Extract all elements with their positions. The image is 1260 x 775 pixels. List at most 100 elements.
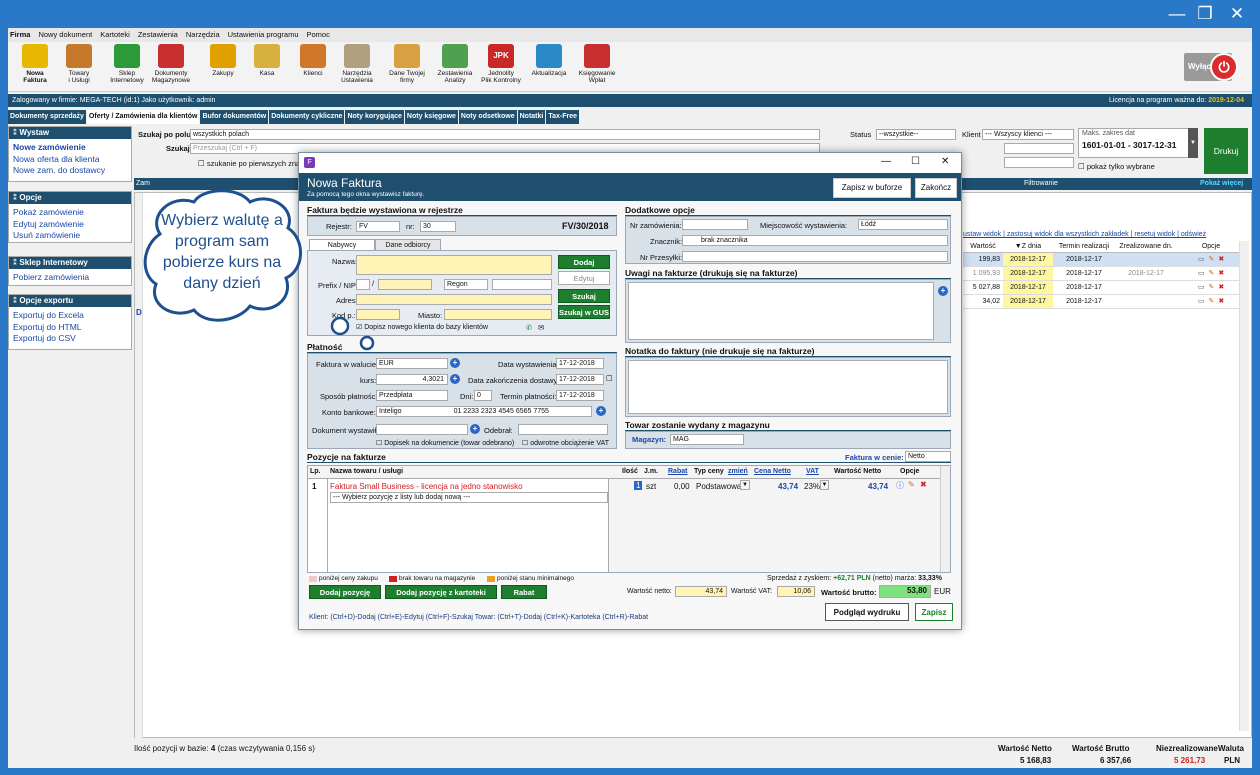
- note-textarea[interactable]: [628, 360, 948, 414]
- client-select[interactable]: --- Wszyscy klienci ---: [982, 129, 1074, 140]
- show-selected-checkbox[interactable]: ☐ pokaż tylko wybrane: [1078, 162, 1155, 171]
- ribbon-button-9[interactable]: Zestawienia Analizy: [432, 44, 478, 84]
- item-qty[interactable]: 1: [634, 481, 643, 490]
- row-delete-icon[interactable]: ✖: [1218, 298, 1224, 305]
- search-field-select[interactable]: wszystkich polach: [190, 129, 820, 140]
- item-price-type[interactable]: Podstawowa: [696, 482, 741, 491]
- price-mode-select[interactable]: Netto: [905, 451, 951, 462]
- print-preview-button[interactable]: Podgląd wydruku: [825, 603, 909, 621]
- grid-header-1[interactable]: ▼Z dnia: [1003, 241, 1053, 253]
- name-input[interactable]: [356, 255, 552, 275]
- row-delete-icon[interactable]: ✖: [1218, 256, 1224, 263]
- edit-order-link[interactable]: Edytuj zamówienie: [9, 219, 131, 231]
- issue-date-input[interactable]: 17-12-2018: [556, 358, 604, 369]
- issuer-select[interactable]: [376, 424, 468, 435]
- regon-input[interactable]: [492, 279, 552, 290]
- marker-select[interactable]: brak znacznika: [682, 235, 948, 246]
- date-range-dropdown-icon[interactable]: ▼: [1188, 128, 1198, 158]
- new-order-link[interactable]: Nowe zamówienie: [9, 142, 131, 154]
- info-icon[interactable]: ⓘ: [896, 480, 904, 491]
- row-view-icon[interactable]: ▭: [1198, 270, 1205, 277]
- due-date-input[interactable]: 17-12-2018: [556, 390, 604, 401]
- finish-button[interactable]: Zakończ: [915, 178, 957, 198]
- save-buffer-button[interactable]: Zapisz w buforze: [833, 178, 911, 198]
- grid-header-0[interactable]: Wartość: [963, 241, 1003, 253]
- delivery-date-input[interactable]: 17-12-2018: [556, 374, 604, 385]
- row-delete-icon[interactable]: ✖: [1218, 270, 1224, 277]
- delete-icon[interactable]: ✖: [920, 480, 927, 489]
- row-edit-icon[interactable]: ✎: [1208, 270, 1214, 277]
- ribbon-button-6[interactable]: Klienci: [290, 44, 336, 77]
- menu-pomoc[interactable]: Pomoc: [307, 28, 330, 42]
- print-button[interactable]: Drukuj: [1204, 128, 1248, 174]
- add-currency-icon[interactable]: +: [450, 358, 460, 368]
- tab-noty-ksiegowe[interactable]: Noty księgowe: [404, 110, 458, 124]
- status-select[interactable]: --wszystkie--: [876, 129, 956, 140]
- close-window-button[interactable]: ✕: [1222, 3, 1252, 25]
- rate-input[interactable]: 4,3021: [376, 374, 448, 385]
- edit-button[interactable]: Edytuj: [558, 271, 610, 285]
- tab-oferty-zamowienia[interactable]: Oferty / Zamówienia dla klientów: [86, 110, 200, 124]
- ribbon-button-4[interactable]: Zakupy: [200, 44, 246, 77]
- menu-kartoteki[interactable]: Kartoteki: [100, 28, 130, 42]
- table-row[interactable]: 5 027,88 2018-12-17 2018-12-17 ▭ ✎ ✖: [963, 281, 1245, 295]
- show-more-link[interactable]: Pokaż więcej: [1200, 178, 1243, 190]
- regon-select[interactable]: Regon: [444, 279, 488, 290]
- row-view-icon[interactable]: ▭: [1198, 298, 1205, 305]
- add-remark-icon[interactable]: +: [938, 286, 948, 296]
- note-checkbox[interactable]: ☐ Dopisek na dokumencie (towar odebrano): [376, 439, 514, 447]
- fetch-rate-icon[interactable]: +: [450, 374, 460, 384]
- grid-header-3[interactable]: Zrealizowane dn.: [1115, 241, 1177, 253]
- gus-search-button[interactable]: Szukaj w GUS: [558, 305, 610, 319]
- search-client-button[interactable]: Szukaj: [558, 289, 610, 303]
- ribbon-button-1[interactable]: Towary i Usługi: [56, 44, 102, 84]
- add-button[interactable]: Dodaj: [558, 255, 610, 269]
- grid-header-4[interactable]: Opcje: [1177, 241, 1245, 253]
- edit-icon[interactable]: ✎: [908, 480, 915, 489]
- ribbon-button-5[interactable]: Kasa: [244, 44, 290, 77]
- menu-ustawienia[interactable]: Ustawienia programu: [228, 28, 299, 42]
- extra-select-2[interactable]: [1004, 157, 1074, 168]
- show-order-link[interactable]: Pokaż zamówienie: [9, 207, 131, 219]
- ribbon-button-8[interactable]: Dane Twojej firmy: [384, 44, 430, 84]
- add-issuer-icon[interactable]: +: [470, 424, 480, 434]
- ribbon-button-10[interactable]: JPK Jednolity Plik Kontrolny: [478, 44, 524, 84]
- table-row[interactable]: 199,83 2018-12-17 2018-12-17 ▭ ✎ ✖: [963, 253, 1245, 267]
- row-delete-icon[interactable]: ✖: [1218, 284, 1224, 291]
- table-row[interactable]: 34,02 2018-12-17 2018-12-17 ▭ ✎ ✖: [963, 295, 1245, 309]
- add-bank-icon[interactable]: +: [596, 406, 606, 416]
- payment-method-select[interactable]: Przedpłata: [376, 390, 448, 401]
- fetch-orders-link[interactable]: Pobierz zamówienia: [9, 272, 131, 284]
- grid-header-2[interactable]: Termin realizacji: [1053, 241, 1115, 253]
- row-view-icon[interactable]: ▭: [1198, 284, 1205, 291]
- export-excel-link[interactable]: Exportuj do Excela: [9, 310, 131, 322]
- tab-tax-free[interactable]: Tax-Free: [546, 110, 580, 124]
- days-input[interactable]: 0: [474, 390, 492, 401]
- ribbon-button-2[interactable]: Sklep Internetowy: [104, 44, 150, 84]
- new-offer-link[interactable]: Nowa oferta dla klienta: [9, 154, 131, 166]
- order-no-input[interactable]: [682, 219, 748, 230]
- menu-nowy-dokument[interactable]: Nowy dokument: [38, 28, 92, 42]
- dialog-maximize-icon[interactable]: ☐: [911, 156, 920, 167]
- view-links[interactable]: ustaw widok | zastosuj widok dla wszystk…: [963, 231, 1206, 238]
- row-edit-icon[interactable]: ✎: [1208, 256, 1214, 263]
- positions-col-6[interactable]: zmień: [728, 468, 748, 475]
- ribbon-button-0[interactable]: Nowa Faktura: [12, 44, 58, 84]
- currency-select[interactable]: EUR: [376, 358, 448, 369]
- price-type-dropdown-icon[interactable]: ▼: [740, 480, 750, 490]
- dialog-close-icon[interactable]: ✕: [941, 156, 949, 167]
- tab-noty-odsetkowe[interactable]: Noty odsetkowe: [458, 110, 517, 124]
- tab-bufor[interactable]: Bufor dokumentów: [200, 110, 269, 124]
- discount-button[interactable]: Rabat: [501, 585, 547, 599]
- reverse-vat-checkbox[interactable]: ☐ odwrotne obciążenie VAT: [522, 439, 609, 447]
- restore-button[interactable]: ❐: [1190, 3, 1220, 25]
- add-from-catalog-button[interactable]: Dodaj pozycję z kartoteki: [385, 585, 497, 599]
- ribbon-button-3[interactable]: Dokumenty Magazynowe: [148, 44, 194, 84]
- register-select[interactable]: FV: [356, 221, 400, 232]
- export-csv-link[interactable]: Exportuj do CSV: [9, 333, 131, 345]
- grid-scrollbar[interactable]: [1239, 241, 1249, 731]
- remarks-textarea[interactable]: [628, 282, 934, 340]
- mail-icon[interactable]: ✉: [538, 323, 544, 332]
- positions-col-8[interactable]: VAT: [806, 468, 819, 475]
- tab-noty-korygujace[interactable]: Noty korygujące: [345, 110, 404, 124]
